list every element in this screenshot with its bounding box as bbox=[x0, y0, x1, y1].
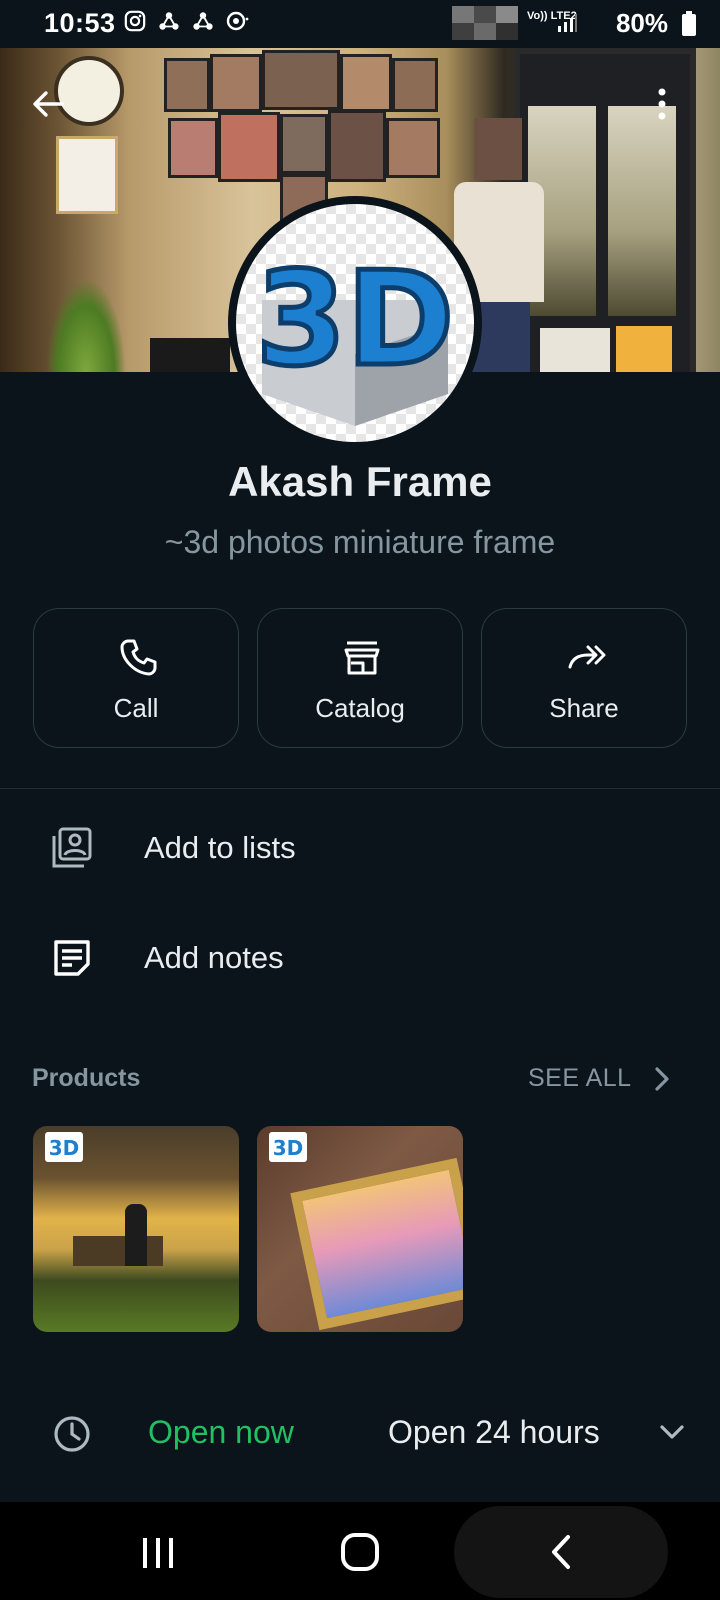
catalog-label: Catalog bbox=[315, 693, 405, 723]
profile-name: Akash Frame bbox=[228, 458, 492, 505]
hours-schedule: Open 24 hours bbox=[388, 1414, 600, 1450]
battery-percent: 80% bbox=[615, 8, 668, 38]
add-to-lists-label: Add to lists bbox=[144, 830, 296, 865]
app-notification-icon-2 bbox=[193, 12, 213, 30]
more-options-icon[interactable] bbox=[650, 84, 674, 124]
call-label: Call bbox=[113, 693, 159, 723]
storefront-icon bbox=[344, 641, 380, 675]
3d-logo-badge: 3D bbox=[45, 1132, 83, 1162]
forward-icon bbox=[568, 645, 606, 669]
chevron-down-icon[interactable] bbox=[658, 1420, 686, 1444]
add-to-lists-row[interactable]: Add to lists bbox=[0, 796, 720, 896]
3d-logo-image: 3D bbox=[253, 241, 457, 426]
recent-apps-button[interactable] bbox=[98, 1502, 218, 1600]
recent-apps-icon bbox=[143, 1538, 173, 1568]
catalog-button[interactable]: Catalog bbox=[257, 608, 463, 748]
profile-description: ~3d photos miniature frame bbox=[164, 524, 556, 560]
add-notes-label: Add notes bbox=[144, 940, 284, 975]
thumb-1-logo-text: 3D bbox=[49, 1136, 80, 1160]
phone-icon bbox=[120, 639, 157, 676]
thumb-2-logo-text: 3D bbox=[273, 1136, 304, 1160]
back-button[interactable] bbox=[502, 1502, 622, 1600]
avatar-logo-text: 3D bbox=[256, 243, 454, 395]
signal-icon bbox=[558, 14, 577, 32]
products-title: Products bbox=[32, 1064, 141, 1092]
back-arrow-icon[interactable] bbox=[28, 84, 68, 124]
nav-back-icon bbox=[552, 1535, 570, 1569]
share-button[interactable]: Share bbox=[481, 608, 687, 748]
add-notes-row[interactable]: Add notes bbox=[0, 906, 720, 1006]
business-hours-row[interactable]: Open now Open 24 hours bbox=[0, 1390, 720, 1480]
home-icon bbox=[341, 1533, 379, 1571]
plant-image bbox=[46, 278, 126, 372]
notification-icons bbox=[124, 10, 250, 32]
contact-list-icon bbox=[52, 827, 92, 868]
profile-avatar[interactable]: 3D bbox=[228, 196, 482, 450]
chevron-right-icon[interactable] bbox=[652, 1066, 672, 1092]
divider bbox=[0, 788, 720, 789]
redacted-block bbox=[452, 6, 518, 40]
clock-icon bbox=[54, 1416, 90, 1452]
app-notification-icon bbox=[159, 12, 179, 30]
instagram-icon bbox=[124, 10, 146, 32]
status-time: 10:53 bbox=[44, 8, 116, 38]
3d-logo-badge: 3D bbox=[269, 1132, 307, 1162]
chat-bubble-icon bbox=[226, 11, 249, 31]
see-all-link[interactable]: SEE ALL bbox=[528, 1064, 632, 1093]
battery-icon bbox=[682, 11, 696, 36]
home-button[interactable] bbox=[300, 1502, 420, 1600]
share-label: Share bbox=[549, 693, 619, 723]
open-status: Open now bbox=[148, 1414, 294, 1450]
notes-icon bbox=[54, 940, 90, 976]
call-button[interactable]: Call bbox=[33, 608, 239, 748]
product-thumbnail-1[interactable]: 3D bbox=[33, 1126, 239, 1332]
product-thumbnail-2[interactable]: 3D bbox=[257, 1126, 463, 1332]
